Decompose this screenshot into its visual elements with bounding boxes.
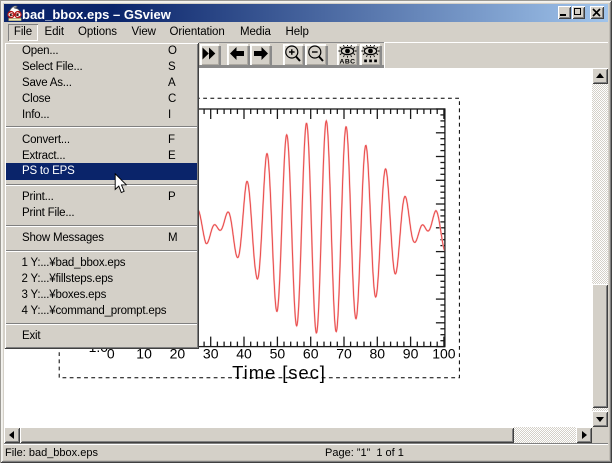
svg-text:90: 90 [403, 346, 419, 362]
svg-text:80: 80 [370, 346, 386, 362]
svg-text:Time [sec]: Time [sec] [232, 362, 326, 383]
svg-text:40: 40 [236, 346, 252, 362]
svg-text:30: 30 [203, 346, 219, 362]
svg-text:ABC: ABC [339, 59, 355, 64]
svg-text:70: 70 [336, 346, 352, 362]
svg-text:60: 60 [303, 346, 319, 362]
svg-text:100: 100 [432, 346, 456, 362]
svg-text:50: 50 [270, 346, 286, 362]
